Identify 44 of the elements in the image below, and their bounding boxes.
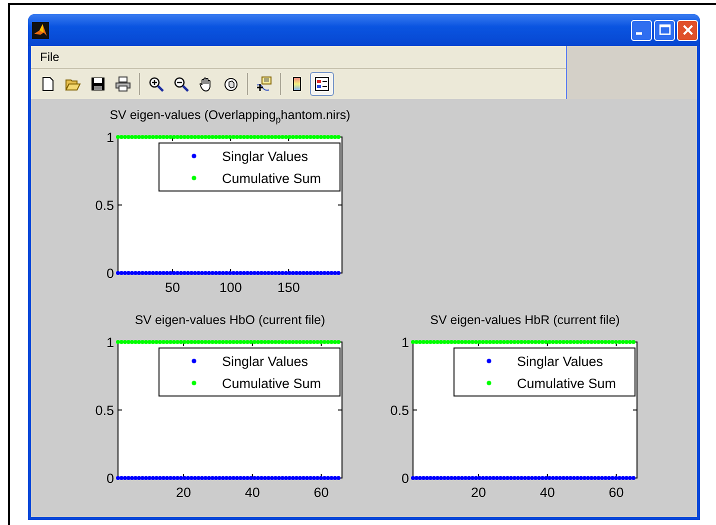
y-tick-label: 0.5	[95, 198, 114, 213]
y-tick-label: 0	[106, 266, 114, 281]
x-tick-label: 60	[314, 485, 329, 500]
x-tick-label: 20	[470, 485, 486, 500]
rotate-icon	[223, 76, 239, 92]
legend-label: Singlar Values	[222, 149, 308, 164]
maximize-icon	[658, 23, 672, 37]
app-logo-icon	[32, 22, 49, 38]
y-tick-label: 1	[106, 130, 114, 145]
x-tick-label: 100	[219, 280, 242, 295]
data-cursor-icon	[256, 76, 272, 92]
legend-label: Singlar Values	[517, 354, 604, 369]
zoom-in-icon	[148, 76, 164, 92]
x-tick-label: 40	[540, 485, 555, 500]
chart-title: SV eigen-values (Overlapping$_{p}$hantom.nirs)	[110, 108, 350, 122]
new-icon	[40, 76, 56, 92]
y-tick-label: 0	[401, 471, 409, 486]
x-tick-label: 20	[176, 485, 191, 500]
legend-button[interactable]	[310, 72, 334, 96]
legend-label: Singlar Values	[222, 354, 308, 369]
menu-item[interactable]: File	[37, 50, 62, 64]
chart-title: SV eigen-values HbO (current file)	[134, 313, 326, 327]
y-tick-label: 0.5	[95, 403, 114, 418]
x-tick-label: 50	[165, 280, 180, 295]
minimize-icon	[636, 32, 642, 35]
x-tick-label: 150	[277, 280, 300, 295]
maximize-button[interactable]	[654, 20, 675, 40]
legend-label: Cumulative Sum	[517, 376, 616, 391]
y-tick-label: 1	[106, 335, 114, 350]
x-tick-label: 40	[244, 485, 260, 500]
legend-label: Cumulative Sum	[222, 376, 322, 391]
y-tick-label: 0.5	[390, 403, 409, 418]
zoom-out-icon	[173, 76, 189, 92]
chart-title: SV eigen-values HbR (current file)	[430, 313, 620, 327]
legend-label: Cumulative Sum	[222, 171, 322, 186]
minimize-button[interactable]	[631, 20, 652, 40]
y-tick-label: 0	[106, 471, 114, 486]
close-button[interactable]	[677, 20, 698, 40]
legend-icon	[314, 76, 330, 92]
y-tick-label: 1	[401, 335, 409, 350]
print-icon	[115, 76, 131, 92]
save-icon	[90, 76, 106, 92]
close-icon	[680, 23, 694, 37]
x-tick-label: 60	[608, 485, 624, 500]
